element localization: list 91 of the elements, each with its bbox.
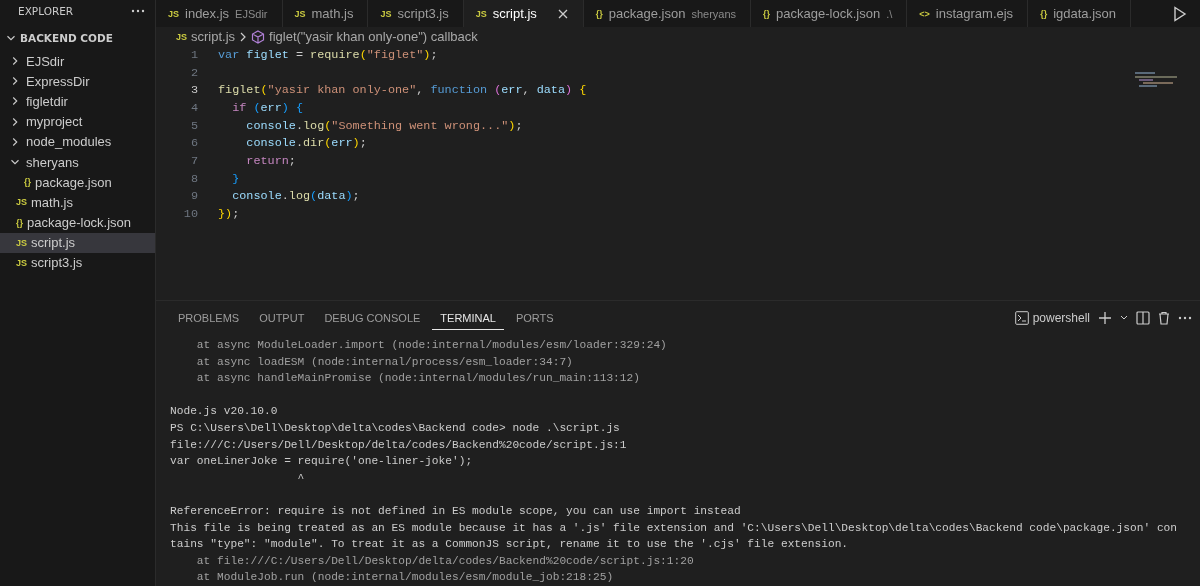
file-item[interactable]: JS script.js: [0, 232, 155, 253]
file-type-icon: {}: [763, 8, 771, 19]
file-type-icon: JS: [380, 8, 392, 19]
file-type-icon: JS: [176, 31, 187, 42]
file-type-icon: JS: [16, 257, 27, 268]
folder-item[interactable]: EJSdir: [0, 51, 155, 72]
workspace-name: BACKEND CODE: [20, 32, 113, 44]
terminal-icon: [1014, 311, 1029, 325]
folder-name: myproject: [26, 114, 83, 130]
folder-name: node_modules: [26, 134, 112, 150]
file-type-icon: JS: [168, 8, 179, 19]
chevron-down-icon[interactable]: [1120, 315, 1128, 321]
file-type-icon: {}: [16, 217, 23, 228]
file-item[interactable]: {} package-lock.json: [0, 212, 155, 233]
trash-icon[interactable]: [1158, 311, 1170, 325]
folder-item[interactable]: figletdir: [0, 91, 155, 112]
file-name: package-lock.json: [27, 215, 132, 231]
terminal-line: PS C:\Users\Dell\Desktop\delta\codes\Backend code> node .\script.js: [170, 421, 620, 434]
terminal-line: at file:///C:/Users/Dell/Desktop/delta/codes/Backend%20code/script.js:1:20: [195, 554, 694, 567]
folder-name: EJSdir: [26, 53, 65, 69]
run-icon[interactable]: [1173, 5, 1187, 22]
file-item[interactable]: JS script3.js: [0, 252, 155, 274]
terminal-line: Node.js v20.10.0: [170, 405, 278, 418]
code-line: var figlet = require("figlet");: [218, 47, 438, 62]
file-name: script3.js: [31, 255, 83, 271]
file-type-icon: {}: [595, 8, 603, 19]
explorer-title: EXPLORER: [18, 5, 74, 17]
more-icon[interactable]: [131, 9, 145, 13]
chevron-right-icon: [239, 31, 248, 42]
code-line: return;: [245, 153, 296, 168]
file-type-icon: JS: [294, 8, 306, 19]
terminal-selector[interactable]: powershell: [1014, 311, 1090, 325]
terminal-line: ^: [296, 471, 305, 484]
folder-name: ExpressDir: [26, 73, 90, 89]
line-number: 1: [189, 47, 199, 62]
folder-item[interactable]: ExpressDir: [0, 71, 155, 92]
cube-icon: [251, 29, 266, 44]
file-type-icon: JS: [16, 237, 27, 248]
breadcrumb-file[interactable]: script.js: [191, 29, 236, 44]
code-line: });: [218, 207, 240, 222]
line-number: 2: [189, 65, 199, 80]
terminal-line: file:///C:/Users/Dell/Desktop/delta/codes/Backend%20code/script.js:1: [170, 438, 627, 451]
line-number: 10: [182, 207, 199, 222]
file-item[interactable]: {} package.json: [0, 172, 155, 193]
plus-icon[interactable]: [1098, 311, 1112, 325]
file-name: package.json: [35, 174, 112, 190]
panel-tab[interactable]: PROBLEMS: [170, 306, 248, 330]
split-icon[interactable]: [1136, 311, 1150, 325]
breadcrumb-symbol[interactable]: figlet("yasir khan only-one") callback: [269, 29, 478, 44]
folder-item[interactable]: sheryans: [0, 151, 155, 173]
line-number: 6: [189, 136, 199, 151]
line-number: 5: [189, 118, 199, 133]
code-line: }: [231, 171, 240, 186]
file-name: math.js: [31, 194, 73, 210]
panel-tab[interactable]: DEBUG CONSOLE: [316, 306, 429, 330]
line-number: 3: [189, 83, 199, 98]
line-number: 7: [189, 153, 199, 168]
terminal-line: at async loadESM (node:internal/process/esm_loader:34:7): [195, 355, 573, 368]
code-line: console.dir(err);: [245, 136, 367, 151]
file-type-icon: {}: [1040, 8, 1048, 19]
terminal-line: ReferenceError: require is not defined in ES module scope, you can use import instead: [170, 504, 741, 517]
folder-item[interactable]: myproject: [0, 111, 155, 132]
line-number: 8: [189, 171, 199, 186]
line-number: 4: [189, 100, 199, 115]
editor-tab[interactable]: JS script.js: [463, 0, 584, 27]
panel-tab[interactable]: PORTS: [507, 306, 562, 330]
file-type-icon: {}: [24, 177, 31, 188]
terminal-line: at async ModuleLoader.import (node:internal/modules/esm/loader:329:24): [195, 339, 667, 351]
terminal-line: at async handleMainPromise (node:internal/modules/run_main:113:12): [195, 372, 640, 385]
folder-name: figletdir: [26, 93, 68, 109]
folder-name: sheryans: [26, 154, 79, 170]
file-type-icon: JS: [16, 197, 27, 208]
file-item[interactable]: JS math.js: [0, 192, 155, 213]
file-type-icon: <>: [919, 8, 930, 19]
panel-tab[interactable]: OUTPUT: [251, 306, 313, 330]
terminal-line: This file is being treated as an ES module because it has a '.js' file extension and 'C:\Users\Dell\Desktop\delta\codes\Backend code\package.json' con: [170, 521, 1178, 534]
folder-item[interactable]: node_modules: [0, 131, 155, 152]
code-line: if (err) {: [231, 100, 303, 115]
terminal-line: var oneLinerJoke = require('one-liner-joke');: [170, 455, 473, 468]
workspace-section[interactable]: BACKEND CODE: [0, 25, 155, 51]
file-type-icon: JS: [475, 8, 487, 19]
terminal-line: at ModuleJob.run (node:internal/modules/esm/module_job:218:25): [195, 571, 614, 584]
code-line: figlet("yasir khan only-one", function (err, data) {: [218, 83, 587, 98]
terminal-line: tains "type": "module". To treat it as a CommonJS script, rename it to use the '.cjs' file extension.: [170, 538, 849, 551]
line-number: 9: [189, 189, 199, 204]
code-line: console.log("Something went wrong...");: [245, 118, 523, 133]
more-icon[interactable]: [1178, 316, 1192, 320]
file-name: script.js: [31, 235, 76, 251]
panel-tab[interactable]: TERMINAL: [432, 306, 504, 330]
code-line: console.log(data);: [231, 189, 360, 204]
close-icon[interactable]: [556, 7, 569, 20]
